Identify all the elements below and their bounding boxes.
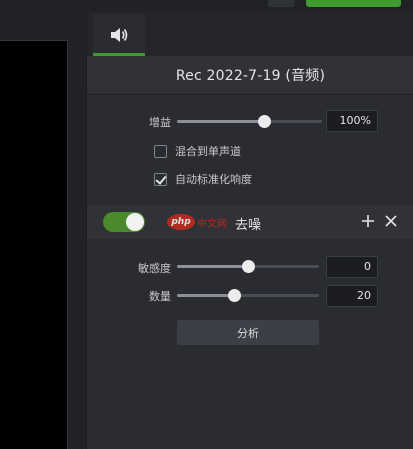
export-button[interactable] [306, 0, 401, 7]
amount-slider[interactable] [177, 289, 319, 302]
denoise-toggle[interactable] [103, 212, 145, 232]
gain-label: 增益 [149, 116, 171, 129]
auto-normalize-label: 自动标准化响度 [175, 173, 252, 186]
sensitivity-value-field[interactable]: 0 [326, 256, 378, 278]
clip-title: Rec 2022-7-19 (音频) [87, 56, 413, 95]
mix-to-mono-checkbox-row[interactable]: 混合到单声道 [154, 143, 241, 159]
tab-audio[interactable] [93, 14, 145, 56]
toggle-knob [126, 213, 144, 231]
auto-normalize-checkbox[interactable] [154, 172, 167, 186]
mix-to-mono-label: 混合到单声道 [175, 145, 241, 158]
video-preview-canvas[interactable] [0, 40, 68, 449]
amount-slider-fill [177, 294, 234, 297]
sensitivity-label: 敏感度 [138, 262, 171, 275]
sensitivity-slider-thumb[interactable] [242, 260, 255, 273]
mix-to-mono-checkbox[interactable] [154, 144, 167, 158]
auto-normalize-checkbox-row[interactable]: 自动标准化响度 [154, 171, 252, 187]
denoise-title: 去噪 [235, 218, 262, 233]
sensitivity-slider-fill [177, 265, 248, 268]
toolbar-button[interactable] [268, 0, 294, 7]
watermark-logo: php [167, 214, 195, 230]
close-icon[interactable] [383, 213, 399, 229]
top-toolbar-strip [0, 0, 413, 12]
gain-slider-thumb[interactable] [258, 115, 271, 128]
panel-tab-bar [87, 12, 413, 56]
amount-label: 数量 [149, 290, 171, 303]
plus-icon[interactable] [360, 213, 376, 229]
watermark-text: 中文网 [197, 218, 227, 230]
sensitivity-slider[interactable] [177, 260, 319, 273]
analyze-button[interactable]: 分析 [177, 320, 319, 345]
speaker-icon [111, 28, 128, 42]
gain-slider-fill [177, 120, 264, 123]
denoise-section-header: php 中文网 去噪 [87, 205, 413, 239]
gain-slider[interactable] [177, 115, 322, 128]
amount-slider-thumb[interactable] [227, 289, 241, 302]
amount-value-field[interactable]: 20 [326, 285, 378, 307]
properties-panel: Rec 2022-7-19 (音频) 增益 100% 混合到单声道 自动标准化响… [86, 12, 413, 449]
gain-value-field[interactable]: 100% [326, 110, 378, 132]
app-root: Rec 2022-7-19 (音频) 增益 100% 混合到单声道 自动标准化响… [0, 0, 413, 449]
watermark: php 中文网 [167, 214, 227, 230]
